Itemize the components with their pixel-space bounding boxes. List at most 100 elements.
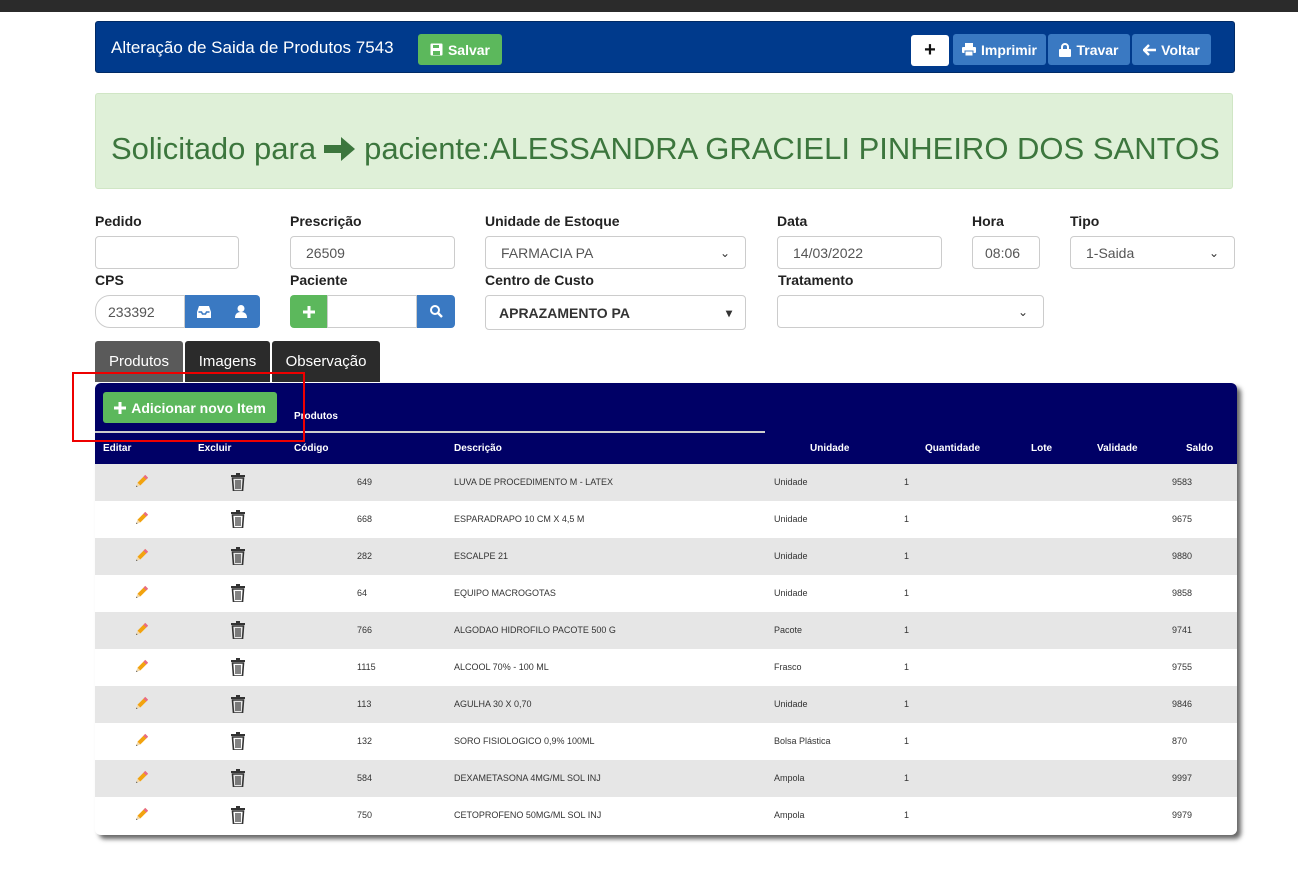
lock-icon — [1059, 42, 1072, 57]
pencil-icon[interactable] — [132, 584, 150, 604]
pencil-icon[interactable] — [132, 732, 150, 752]
col-saldo: Saldo — [1186, 443, 1214, 454]
trash-icon[interactable] — [231, 769, 245, 789]
cell-codigo: 113 — [357, 699, 372, 709]
table-row: 668 ESPARADRAPO 10 CM X 4,5 M Unidade 1 9675 — [95, 501, 1237, 538]
lock-label: Travar — [1076, 41, 1119, 58]
search-paciente-button[interactable] — [417, 295, 455, 328]
alert-patient-text: paciente:ALESSANDRA GRACIELI PINHEIRO DO… — [364, 131, 1220, 166]
cell-unidade: Unidade — [774, 551, 808, 561]
back-button[interactable]: Voltar — [1132, 34, 1211, 65]
hora-value: 08:06 — [985, 244, 1021, 261]
pencil-icon[interactable] — [132, 621, 150, 641]
tratamento-select[interactable]: ⌄ — [777, 295, 1044, 328]
col-excluir: Excluir — [198, 443, 232, 454]
pencil-icon[interactable] — [132, 769, 150, 789]
col-validade: Validade — [1097, 443, 1138, 454]
print-button[interactable]: Imprimir — [953, 34, 1046, 65]
unidade-estoque-select[interactable]: FARMACIA PA ⌄ — [485, 236, 746, 269]
cell-unidade: Ampola — [774, 810, 805, 820]
table-row: 282 ESCALPE 21 Unidade 1 9880 — [95, 538, 1237, 575]
cell-unidade: Pacote — [774, 625, 803, 635]
cell-saldo: 9880 — [1172, 551, 1193, 561]
centro-custo-label: Centro de Custo — [485, 272, 594, 288]
cell-descricao: LUVA DE PROCEDIMENTO M - LATEX — [454, 477, 614, 487]
trash-icon[interactable] — [231, 806, 245, 826]
pencil-icon[interactable] — [132, 806, 150, 826]
cell-unidade: Frasco — [774, 662, 802, 672]
col-codigo: Código — [294, 443, 329, 454]
trash-icon[interactable] — [231, 732, 245, 752]
data-input[interactable]: 14/03/2022 — [777, 236, 942, 269]
cell-unidade: Ampola — [774, 773, 805, 783]
patient-alert: Solicitado para paciente:ALESSANDRA GRAC… — [95, 93, 1233, 189]
tipo-value: 1-Saida — [1086, 244, 1135, 261]
trash-icon[interactable] — [231, 547, 245, 567]
caret-down-icon: ▾ — [725, 305, 732, 320]
cell-descricao: AGULHA 30 X 0,70 — [454, 699, 532, 709]
pedido-input[interactable] — [95, 236, 239, 269]
cell-saldo: 9741 — [1172, 625, 1193, 635]
cell-quantidade: 1 — [904, 699, 910, 709]
trash-icon[interactable] — [231, 473, 245, 493]
cell-descricao: ALCOOL 70% - 100 ML — [454, 662, 549, 672]
tipo-label: Tipo — [1070, 213, 1100, 229]
cell-saldo: 9997 — [1172, 773, 1193, 783]
save-icon — [430, 43, 443, 56]
pencil-icon[interactable] — [132, 473, 150, 493]
tipo-select[interactable]: 1-Saida ⌄ — [1070, 236, 1235, 269]
user-button[interactable] — [222, 295, 260, 328]
unidade-estoque-value: FARMACIA PA — [501, 244, 594, 261]
prescricao-input[interactable]: 26509 — [290, 236, 455, 269]
save-label: Salvar — [447, 41, 491, 58]
cell-unidade: Unidade — [774, 477, 808, 487]
cell-unidade: Unidade — [774, 514, 808, 524]
unidade-estoque-label: Unidade de Estoque — [485, 213, 620, 229]
cell-saldo: 9675 — [1172, 514, 1193, 524]
prescricao-label: Prescrição — [290, 213, 362, 229]
cell-codigo: 649 — [357, 477, 373, 487]
tratamento-label: Tratamento — [778, 272, 854, 288]
page-header: Alteração de Saida de Produtos 7543 Salv… — [95, 21, 1235, 73]
prescricao-value: 26509 — [306, 244, 345, 261]
trash-icon[interactable] — [231, 510, 245, 530]
cell-quantidade: 1 — [904, 477, 910, 487]
paciente-input[interactable] — [327, 295, 417, 328]
lock-button[interactable]: Travar — [1048, 34, 1130, 65]
data-label: Data — [777, 213, 808, 229]
col-lote: Lote — [1031, 443, 1053, 454]
products-table: Adicionar novo Item Produtos Editar Excl… — [95, 383, 1237, 835]
pencil-icon[interactable] — [132, 547, 150, 567]
chevron-down-icon: ⌄ — [1017, 304, 1028, 319]
cell-unidade: Bolsa Plástica — [774, 736, 831, 746]
trash-icon[interactable] — [231, 658, 245, 678]
plus-icon — [302, 305, 315, 318]
cell-descricao: SORO FISIOLOGICO 0,9% 100ML — [454, 736, 595, 746]
trash-icon[interactable] — [231, 584, 245, 604]
pencil-icon[interactable] — [132, 695, 150, 715]
browser-top-bar — [0, 0, 1298, 12]
cell-quantidade: 1 — [904, 773, 910, 783]
highlight-box — [72, 372, 305, 442]
centro-custo-select[interactable]: APRAZAMENTO PA ▾ — [485, 295, 746, 330]
trash-icon[interactable] — [231, 695, 245, 715]
hora-input[interactable]: 08:06 — [972, 236, 1040, 269]
cell-codigo: 750 — [357, 810, 373, 820]
trash-icon[interactable] — [231, 621, 245, 641]
cell-quantidade: 1 — [904, 588, 910, 598]
cell-descricao: ALGODAO HIDROFILO PACOTE 500 G — [454, 625, 616, 635]
cell-codigo: 766 — [357, 625, 373, 635]
table-row: 584 DEXAMETASONA 4MG/ML SOL INJ Ampola 1 999… — [95, 760, 1237, 797]
cell-saldo: 9846 — [1172, 699, 1193, 709]
cell-saldo: 9583 — [1172, 477, 1193, 487]
table-row: 1115 ALCOOL 70% - 100 ML Frasco 1 9755 — [95, 649, 1237, 686]
inbox-button[interactable] — [185, 295, 222, 328]
save-button[interactable]: Salvar — [418, 34, 502, 65]
add-button[interactable]: + — [911, 35, 949, 66]
pencil-icon[interactable] — [132, 510, 150, 530]
table-row: 64 EQUIPO MACROGOTAS Unidade 1 9858 — [95, 575, 1237, 612]
cell-codigo: 132 — [357, 736, 373, 746]
pencil-icon[interactable] — [132, 658, 150, 678]
add-paciente-button[interactable] — [290, 295, 327, 328]
cps-input[interactable]: 233392 — [95, 295, 185, 328]
